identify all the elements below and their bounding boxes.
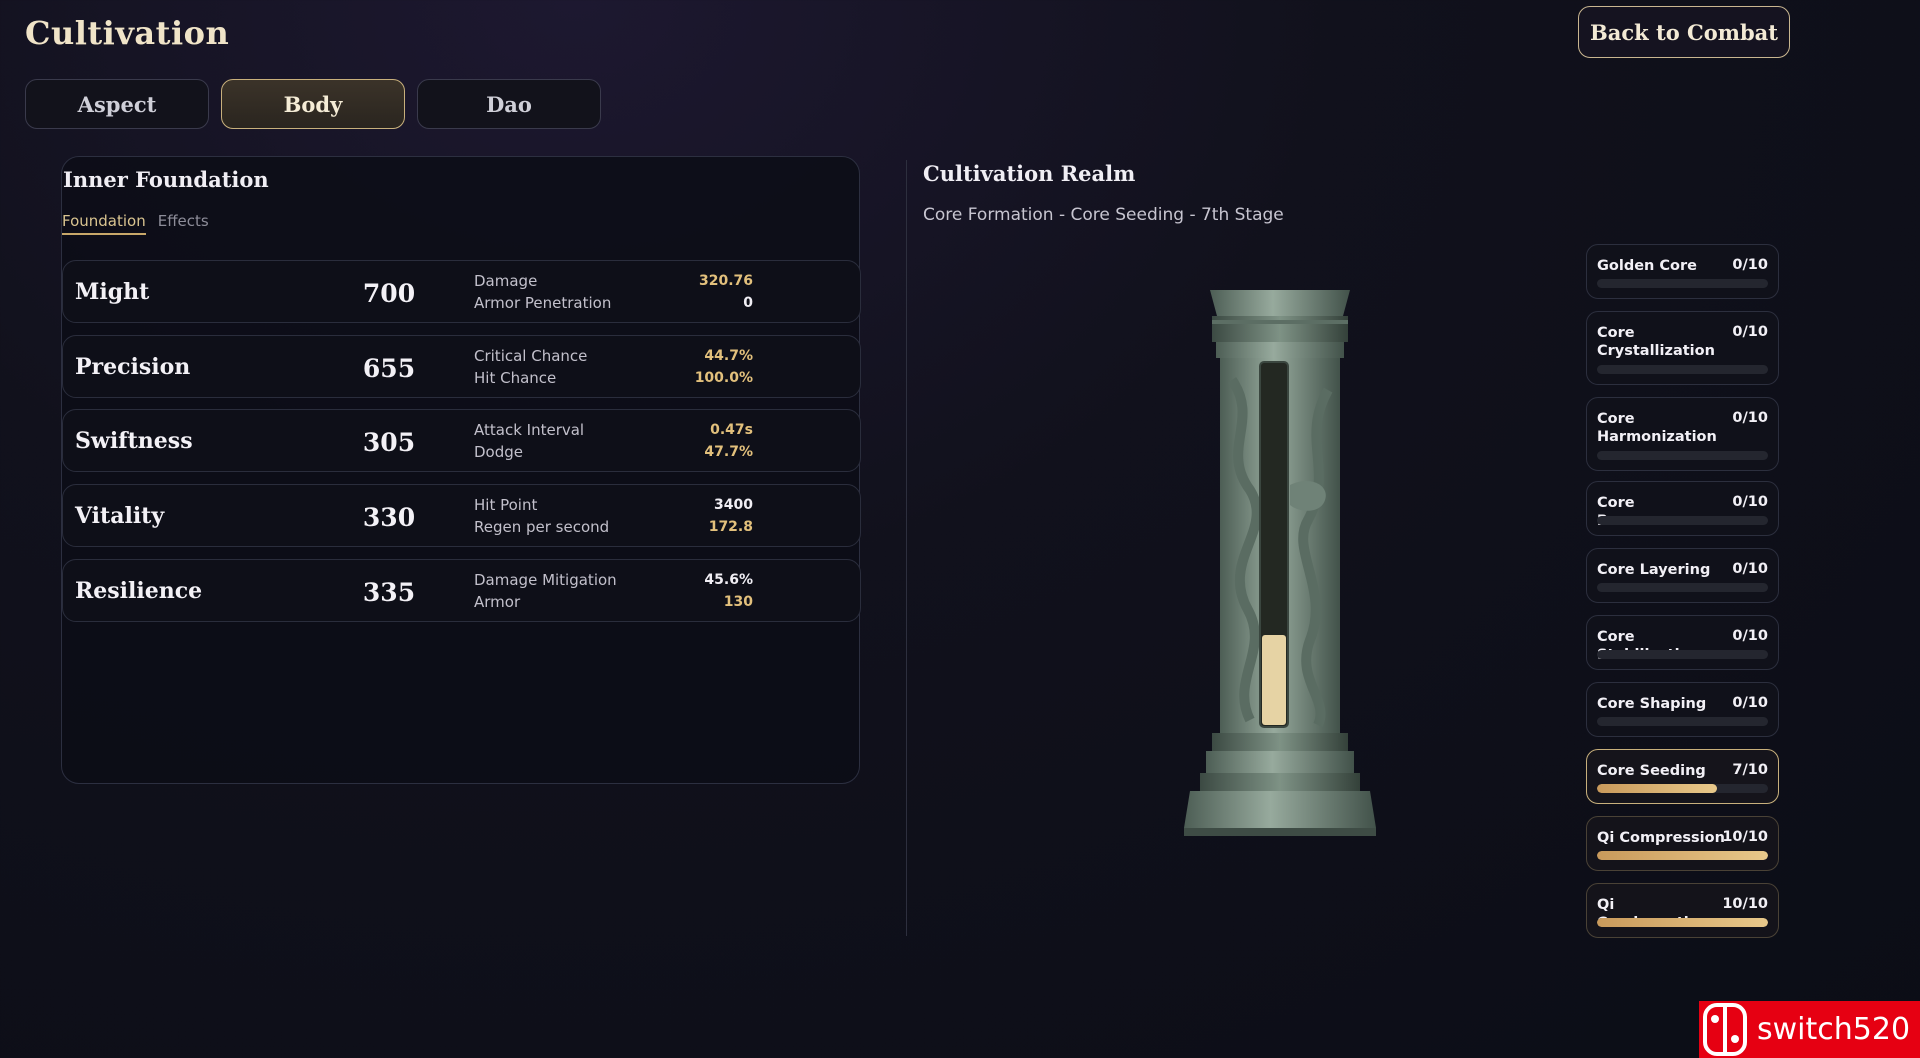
- back-to-combat-button[interactable]: Back to Combat: [1578, 6, 1790, 58]
- detail-label: Regen per second: [474, 518, 610, 536]
- stage-card[interactable]: Core Harmonization 0/10: [1586, 397, 1779, 471]
- page-title: Cultivation: [25, 14, 230, 52]
- detail-label: Attack Interval: [474, 421, 585, 439]
- stage-count: 0/10: [1732, 695, 1768, 711]
- stage-count: 0/10: [1732, 257, 1768, 273]
- stat-name: Resilience: [75, 578, 203, 604]
- stage-progress-bar: [1597, 650, 1768, 659]
- panel-divider: [906, 160, 907, 936]
- detail-value: 44.7%: [704, 348, 753, 364]
- stage-progress-bar: [1597, 451, 1768, 460]
- stat-name: Vitality: [75, 503, 165, 529]
- stage-progress-fill: [1597, 851, 1768, 860]
- stat-name: Swiftness: [75, 428, 193, 454]
- stage-card[interactable]: Core Layering 0/10: [1586, 548, 1779, 603]
- stat-row-vitality: Vitality 330 Hit Point 3400 Regen per se…: [62, 484, 861, 547]
- detail-value: 3400: [714, 497, 753, 513]
- stage-progress-bar: [1597, 583, 1768, 592]
- stat-value: 700: [362, 279, 416, 308]
- detail-label: Critical Chance: [474, 347, 588, 365]
- detail-value: 47.7%: [704, 444, 753, 460]
- detail-label: Armor Penetration: [474, 294, 612, 312]
- detail-value: 0: [743, 295, 753, 311]
- stat-name: Precision: [75, 354, 191, 380]
- stage-count: 7/10: [1732, 762, 1768, 778]
- cultivation-realm-title: Cultivation Realm: [923, 161, 1136, 186]
- inner-foundation-title: Inner Foundation: [63, 167, 269, 192]
- subtab-effects[interactable]: Effects: [158, 212, 209, 235]
- detail-value: 172.8: [708, 519, 753, 535]
- stage-name: Core Harmonization: [1597, 411, 1717, 445]
- stage-progress-bar: [1597, 365, 1768, 374]
- stage-count: 0/10: [1732, 410, 1768, 426]
- detail-label: Dodge: [474, 443, 523, 461]
- stage-card[interactable]: Qi Compression 10/10: [1586, 816, 1779, 871]
- tab-dao[interactable]: Dao: [417, 79, 601, 129]
- stage-name: Core Shaping: [1597, 696, 1707, 712]
- stat-value: 330: [362, 503, 416, 532]
- watermark: switch520: [1699, 1001, 1920, 1058]
- switch-logo-icon: [1699, 1001, 1755, 1058]
- dragon-pillar-image: [1184, 290, 1376, 836]
- watermark-text: switch520: [1757, 1012, 1911, 1047]
- detail-label: Hit Point: [474, 496, 538, 514]
- detail-value: 0.47s: [710, 422, 753, 438]
- stage-progress-bar: [1597, 516, 1768, 525]
- stage-card[interactable]: Golden Core 0/10: [1586, 244, 1779, 299]
- detail-value: 320.76: [698, 273, 753, 289]
- detail-label: Armor: [474, 593, 521, 611]
- tab-aspect[interactable]: Aspect: [25, 79, 209, 129]
- stage-card[interactable]: Core Shaping 0/10: [1586, 682, 1779, 737]
- stage-name: Qi Compression: [1597, 830, 1725, 846]
- main-tabs: Aspect Body Dao: [25, 79, 601, 129]
- stage-count: 10/10: [1722, 896, 1768, 912]
- stage-count: 0/10: [1732, 494, 1768, 510]
- stage-name: Core Crystallization: [1597, 325, 1715, 359]
- foundation-subtabs: Foundation Effects: [62, 212, 209, 235]
- tab-body[interactable]: Body: [221, 79, 405, 129]
- detail-value: 100.0%: [694, 370, 753, 386]
- stat-row-resilience: Resilience 335 Damage Mitigation 45.6% A…: [62, 559, 861, 622]
- detail-label: Damage Mitigation: [474, 571, 617, 589]
- stage-name: Core Seeding: [1597, 763, 1706, 779]
- detail-label: Damage: [474, 272, 538, 290]
- stage-progress-bar: [1597, 784, 1768, 793]
- stage-progress-fill: [1597, 784, 1717, 793]
- stage-card[interactable]: Core Seeding 7/10: [1586, 749, 1779, 804]
- stat-value: 655: [362, 354, 416, 383]
- stage-progress-bar: [1597, 279, 1768, 288]
- inner-foundation-panel: Inner Foundation Foundation Effects Migh…: [61, 156, 861, 784]
- subtab-foundation[interactable]: Foundation: [62, 212, 146, 235]
- stat-row-might: Might 700 Damage 320.76 Armor Penetratio…: [62, 260, 861, 323]
- stat-row-swiftness: Swiftness 305 Attack Interval 0.47s Dodg…: [62, 409, 861, 472]
- stage-progress-bar: [1597, 851, 1768, 860]
- detail-label: Hit Chance: [474, 369, 557, 387]
- detail-value: 45.6%: [704, 572, 753, 588]
- stage-count: 10/10: [1722, 829, 1768, 845]
- stage-name: Core Layering: [1597, 562, 1711, 578]
- stage-progress-fill: [1597, 918, 1768, 927]
- stat-row-precision: Precision 655 Critical Chance 44.7% Hit …: [62, 335, 861, 398]
- stage-count: 0/10: [1732, 324, 1768, 340]
- stage-count: 0/10: [1732, 628, 1768, 644]
- stage-card[interactable]: Core Stabilization0/10: [1586, 615, 1779, 670]
- realm-stage-subtitle: Core Formation - Core Seeding - 7th Stag…: [923, 205, 1284, 225]
- stage-progress-bar: [1597, 918, 1768, 927]
- stage-card[interactable]: Core Crystallization 0/10: [1586, 311, 1779, 385]
- stage-card[interactable]: Qi Condensation10/10: [1586, 883, 1779, 938]
- stage-name: Golden Core: [1597, 258, 1698, 274]
- stat-value: 305: [362, 428, 416, 457]
- detail-value: 130: [723, 594, 753, 610]
- stat-name: Might: [75, 279, 150, 305]
- stage-card[interactable]: Core Resonance0/10: [1586, 481, 1779, 536]
- stat-value: 335: [362, 578, 416, 607]
- stage-count: 0/10: [1732, 561, 1768, 577]
- stage-progress-bar: [1597, 717, 1768, 726]
